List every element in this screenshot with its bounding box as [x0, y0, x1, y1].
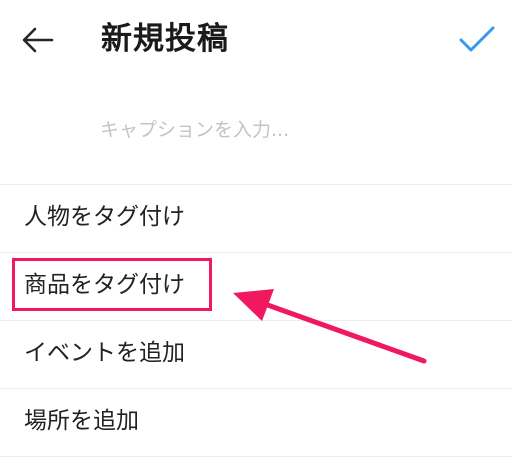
caption-input[interactable]: [100, 112, 480, 148]
arrow-left-icon: [22, 27, 54, 53]
add-event-option[interactable]: イベントを追加: [24, 336, 185, 370]
divider: [0, 252, 512, 253]
add-location-option[interactable]: 場所を追加: [24, 404, 139, 438]
confirm-button[interactable]: [455, 20, 499, 60]
highlight-box: [12, 258, 212, 311]
back-button[interactable]: [18, 20, 58, 60]
app-header: 新規投稿: [0, 0, 512, 80]
divider: [0, 320, 512, 321]
divider: [0, 456, 512, 457]
page-title: 新規投稿: [101, 21, 229, 57]
divider: [0, 388, 512, 389]
tag-people-option[interactable]: 人物をタグ付け: [24, 200, 185, 234]
divider: [0, 184, 512, 185]
check-icon: [459, 26, 495, 52]
